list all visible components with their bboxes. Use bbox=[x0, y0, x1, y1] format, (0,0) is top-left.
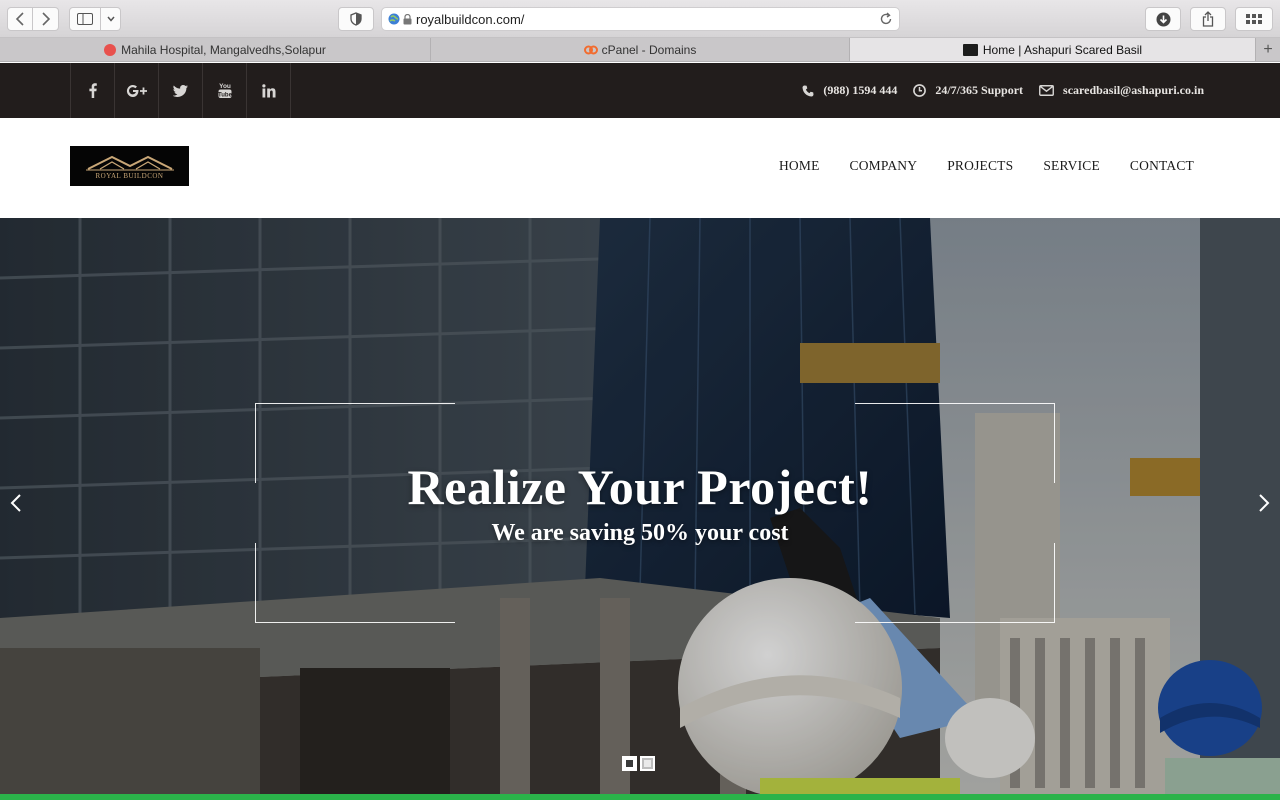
phone-info: (988) 1594 444 bbox=[802, 83, 897, 98]
sidebar-button[interactable] bbox=[69, 7, 101, 31]
chevron-right-icon bbox=[1259, 494, 1270, 512]
facebook-link[interactable] bbox=[71, 63, 115, 118]
slide-dot-2[interactable] bbox=[640, 756, 655, 771]
slider-next-button[interactable] bbox=[1249, 488, 1279, 518]
envelope-icon bbox=[1039, 85, 1054, 96]
globe-icon bbox=[388, 13, 400, 25]
hero-slider: Realize Your Project! We are saving 50% … bbox=[0, 218, 1280, 800]
tab-label: Home | Ashapuri Scared Basil bbox=[982, 42, 1143, 57]
frame-corner-bottom-left bbox=[255, 543, 455, 623]
tab-ashapuri-home[interactable]: Home | Ashapuri Scared Basil bbox=[850, 38, 1256, 61]
slide-dot-1[interactable] bbox=[622, 756, 637, 771]
frame-corner-bottom-right bbox=[855, 543, 1055, 623]
share-button[interactable] bbox=[1190, 7, 1226, 31]
nav-home[interactable]: HOME bbox=[779, 158, 820, 174]
download-icon bbox=[1156, 12, 1170, 26]
logo-text: Royal Buildcon bbox=[95, 172, 164, 180]
reload-icon[interactable] bbox=[879, 12, 893, 26]
tab-favicon bbox=[104, 43, 117, 56]
main-nav: HOME COMPANY PROJECTS SERVICE CONTACT bbox=[749, 158, 1194, 174]
downloads-button[interactable] bbox=[1145, 7, 1181, 31]
support-text: 24/7/365 Support bbox=[935, 83, 1024, 97]
nav-projects[interactable]: PROJECTS bbox=[947, 158, 1013, 174]
tab-label: cPanel - Domains bbox=[601, 42, 697, 57]
lock-icon bbox=[403, 13, 412, 24]
hero-subtitle: We are saving 50% your cost bbox=[491, 520, 789, 546]
nav-contact[interactable]: CONTACT bbox=[1130, 158, 1194, 174]
site-favicon bbox=[962, 43, 978, 56]
browser-toolbar: royalbuildcon.com/ bbox=[0, 0, 1280, 38]
google-plus-link[interactable] bbox=[115, 63, 159, 118]
contact-info: (988) 1594 444 24/7/365 Support scaredba… bbox=[786, 63, 1204, 118]
tab-grid-icon bbox=[1246, 14, 1262, 24]
site-header: Royal Buildcon HOME COMPANY PROJECTS SER… bbox=[0, 118, 1280, 218]
clock-icon bbox=[913, 84, 927, 97]
svg-text:You: You bbox=[219, 83, 231, 90]
site-topbar: You Tube (988) 1594 444 24/7/365 Support … bbox=[0, 63, 1280, 118]
site-logo[interactable]: Royal Buildcon bbox=[70, 146, 189, 186]
linkedin-link[interactable] bbox=[247, 63, 291, 118]
tab-mahila-hospital[interactable]: Mahila Hospital, Mangalvedhs,Solapur bbox=[0, 38, 431, 61]
privacy-report-button[interactable] bbox=[338, 7, 374, 31]
chevron-right-icon bbox=[41, 12, 50, 26]
logo-roof-icon bbox=[85, 155, 174, 171]
back-button[interactable] bbox=[7, 7, 33, 31]
nav-service[interactable]: SERVICE bbox=[1043, 158, 1100, 174]
cpanel-icon bbox=[583, 45, 598, 54]
youtube-icon: You Tube bbox=[218, 83, 232, 98]
support-info: 24/7/365 Support bbox=[913, 83, 1023, 98]
tab-bar: Mahila Hospital, Mangalvedhs,Solapur cPa… bbox=[0, 38, 1280, 62]
svg-text:Tube: Tube bbox=[218, 92, 232, 98]
hero-title: Realize Your Project! bbox=[407, 459, 873, 515]
forward-button[interactable] bbox=[33, 7, 59, 31]
slider-prev-button[interactable] bbox=[1, 488, 31, 518]
history-nav bbox=[7, 7, 59, 31]
google-plus-icon bbox=[126, 84, 147, 97]
slide-dot-fill bbox=[626, 760, 633, 767]
youtube-link[interactable]: You Tube bbox=[203, 63, 247, 118]
accent-bar bbox=[0, 794, 1280, 800]
sidebar-icon bbox=[77, 13, 93, 25]
shield-icon bbox=[350, 12, 362, 26]
email-address[interactable]: scaredbasil@ashapuri.co.in bbox=[1063, 83, 1204, 98]
linkedin-icon bbox=[261, 83, 275, 97]
social-links: You Tube bbox=[70, 63, 291, 118]
address-bar[interactable]: royalbuildcon.com/ bbox=[381, 7, 900, 31]
tab-label: Mahila Hospital, Mangalvedhs,Solapur bbox=[121, 42, 326, 57]
url-text: royalbuildcon.com/ bbox=[416, 11, 525, 27]
share-icon bbox=[1202, 11, 1214, 27]
chevron-left-icon bbox=[15, 12, 24, 26]
phone-icon bbox=[802, 85, 814, 96]
email-info: scaredbasil@ashapuri.co.in bbox=[1039, 83, 1204, 98]
new-tab-button[interactable]: + bbox=[1256, 38, 1280, 61]
tab-cpanel[interactable]: cPanel - Domains bbox=[431, 38, 850, 61]
sidebar-menu-button[interactable] bbox=[101, 7, 121, 31]
chevron-down-icon bbox=[106, 16, 115, 22]
phone-number[interactable]: (988) 1594 444 bbox=[823, 83, 897, 98]
slider-pagination bbox=[622, 756, 658, 771]
sidebar-controls bbox=[69, 7, 121, 31]
twitter-link[interactable] bbox=[159, 63, 203, 118]
slide-dot-fill bbox=[644, 760, 651, 767]
twitter-icon bbox=[173, 84, 188, 97]
chevron-left-icon bbox=[10, 494, 21, 512]
facebook-icon bbox=[88, 83, 97, 98]
nav-company[interactable]: COMPANY bbox=[850, 158, 918, 174]
tab-overview-button[interactable] bbox=[1235, 7, 1273, 31]
